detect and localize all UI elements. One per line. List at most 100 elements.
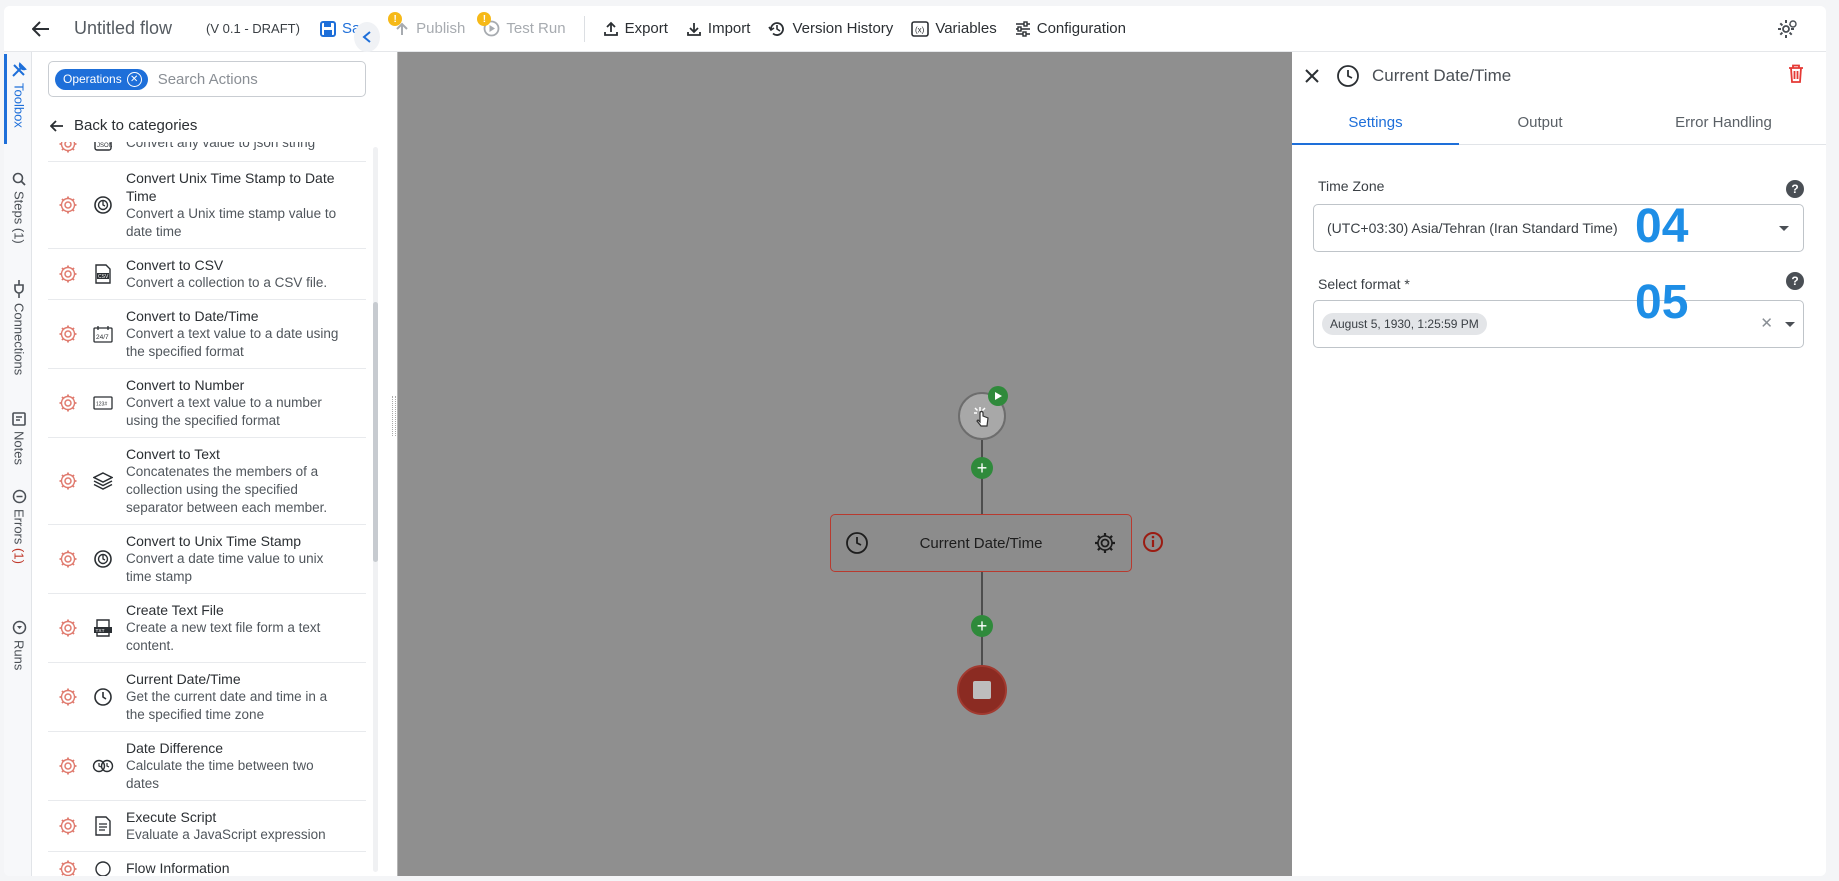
svg-text:TXT: TXT (96, 628, 105, 634)
top-toolbar: Untitled flow (V 0.1 - DRAFT) Save ! Pub… (4, 6, 1826, 52)
back-to-categories-label: Back to categories (74, 117, 198, 134)
chevron-left-icon (362, 31, 371, 43)
action-settings-icon (58, 256, 82, 292)
action-list-item[interactable]: Convert to Text Concatenates the members … (48, 438, 366, 525)
action-description: Convert a text value to a number using t… (126, 395, 322, 428)
rail-tab-connections[interactable]: Connections (8, 280, 30, 375)
rail-tab-toolbox[interactable]: Toolbox (8, 62, 30, 128)
export-button[interactable]: Export (603, 20, 668, 37)
format-select[interactable]: August 5, 1930, 1:25:59 PM 05 ✕ (1313, 276, 1804, 348)
layers-icon (90, 445, 116, 517)
action-list-item[interactable]: CSV Convert to CSV Convert a collection to… (48, 249, 366, 300)
add-step-button[interactable]: + (971, 457, 993, 479)
version-history-label: Version History (792, 20, 894, 37)
step-error-icon[interactable] (1142, 531, 1164, 558)
rail-label-errors: Errors (11, 509, 27, 545)
toolbox-panel: Operations ✕ Back to categories JSON Conv… (32, 52, 397, 876)
search-actions-input[interactable] (157, 70, 328, 88)
action-list-item[interactable]: JSON Convert any value to json string (48, 142, 366, 162)
action-list-item[interactable]: TXT Create Text File Create a new text fil… (48, 594, 366, 663)
test-run-label: Test Run (506, 20, 566, 37)
play-badge-icon[interactable] (988, 386, 1008, 406)
time-zone-select[interactable]: (UTC+03:30) Asia/Tehran (Iran Standard T… (1313, 200, 1804, 253)
variables-label: Variables (935, 20, 997, 37)
rail-tab-runs[interactable]: Runs (8, 620, 30, 670)
toolbar-divider (583, 15, 585, 42)
timestamp-icon (90, 169, 116, 241)
trash-icon[interactable] (1788, 64, 1804, 83)
tools-icon (12, 62, 27, 77)
action-list-item[interactable]: Convert Unix Time Stamp to Date Time Conv… (48, 162, 366, 249)
rail-active-indicator (4, 54, 7, 144)
step-label: Current Date/Time (919, 534, 1043, 552)
version-history-button[interactable]: Version History (768, 20, 893, 38)
sliders-icon (1015, 20, 1030, 37)
timestamp-icon (90, 532, 116, 586)
action-settings-icon (58, 142, 82, 154)
action-list-item[interactable]: 123# Convert to Number Convert a text valu… (48, 369, 366, 438)
chevron-down-icon[interactable] (1779, 226, 1789, 231)
note-icon (12, 412, 26, 426)
overlay-number-05: 05 (1635, 276, 1689, 329)
actions-scrollbar-thumb[interactable] (373, 302, 378, 562)
svg-text:24/7: 24/7 (96, 334, 109, 341)
step-gear-icon[interactable] (1093, 531, 1117, 555)
action-list-item[interactable]: 24/7 Convert to Date/Time Convert a text v… (48, 300, 366, 369)
tab-output[interactable]: Output (1459, 100, 1621, 144)
action-list-item[interactable]: Convert to Unix Time Stamp Convert a date… (48, 525, 366, 594)
rail-label-notes: Notes (11, 431, 27, 465)
panel-resize-handle[interactable] (392, 396, 396, 436)
import-button[interactable]: Import (686, 20, 750, 37)
action-title: Execute Script (126, 809, 217, 825)
back-arrow-icon[interactable] (30, 18, 52, 40)
configuration-button[interactable]: Configuration (1015, 20, 1126, 37)
chip-label: Operations (63, 72, 122, 86)
clear-icon[interactable]: ✕ (1760, 314, 1773, 332)
app-window: Untitled flow (V 0.1 - DRAFT) Save ! Pub… (4, 6, 1826, 876)
stop-node[interactable] (957, 665, 1007, 715)
action-title: Current Date/Time (126, 671, 241, 687)
action-list-item[interactable]: Execute Script Evaluate a JavaScript expr… (48, 801, 366, 852)
rail-tab-errors[interactable]: Errors (1) (8, 489, 30, 564)
action-description: Calculate the time between two dates (126, 758, 314, 791)
settings-gear-icon[interactable] (1776, 18, 1798, 45)
clock-icon (846, 532, 868, 554)
action-description: Get the current date and time in a the s… (126, 689, 328, 722)
search-actions-box[interactable]: Operations ✕ (48, 61, 366, 97)
publish-button[interactable]: ! Publish (388, 12, 465, 37)
chevron-down-icon[interactable] (1785, 322, 1795, 327)
action-title: Convert Unix Time Stamp to Date Time (126, 170, 335, 204)
help-icon[interactable]: ? (1786, 180, 1804, 198)
flow-title[interactable]: Untitled flow (74, 18, 172, 39)
runs-circle-icon (12, 620, 26, 635)
action-description: Convert a date time value to unix time s… (126, 551, 324, 584)
action-list-item[interactable]: Flow Information (48, 852, 366, 876)
action-description: Evaluate a JavaScript expression (126, 827, 326, 842)
action-title: Convert to Unix Time Stamp (126, 533, 302, 549)
add-step-button[interactable]: + (971, 615, 993, 637)
action-list-item[interactable]: Date Difference Calculate the time betwee… (48, 732, 366, 801)
rail-tab-notes[interactable]: Notes (8, 412, 30, 465)
tab-error-handling[interactable]: Error Handling (1621, 100, 1826, 144)
variables-button[interactable]: (x) Variables (911, 20, 997, 37)
flow-canvas[interactable]: + Current Date/Time + (397, 52, 1292, 876)
action-title: Create Text File (126, 602, 224, 618)
operations-filter-chip[interactable]: Operations ✕ (55, 68, 148, 90)
current-datetime-step-node[interactable]: Current Date/Time (830, 514, 1132, 572)
variables-icon: (x) (911, 20, 930, 37)
left-rail: Toolbox Steps (1) Connections Notes Erro… (4, 52, 32, 876)
script-icon (90, 808, 116, 844)
close-icon[interactable] (1304, 68, 1320, 84)
action-list-item[interactable]: Current Date/Time Get the current date an… (48, 663, 366, 732)
test-run-button[interactable]: ! Test Run (477, 12, 566, 37)
action-settings-icon (58, 670, 82, 724)
properties-panel: Current Date/Time Settings Output Error … (1292, 52, 1826, 876)
collapse-panel-button[interactable] (354, 22, 380, 52)
svg-text:(x): (x) (915, 25, 925, 34)
tab-settings[interactable]: Settings (1292, 100, 1459, 145)
rail-tab-steps[interactable]: Steps (1) (8, 172, 30, 244)
configuration-label: Configuration (1036, 20, 1126, 37)
chip-remove-icon[interactable]: ✕ (126, 71, 142, 87)
help-icon[interactable]: ? (1786, 272, 1804, 290)
back-to-categories-link[interactable]: Back to categories (50, 117, 197, 134)
